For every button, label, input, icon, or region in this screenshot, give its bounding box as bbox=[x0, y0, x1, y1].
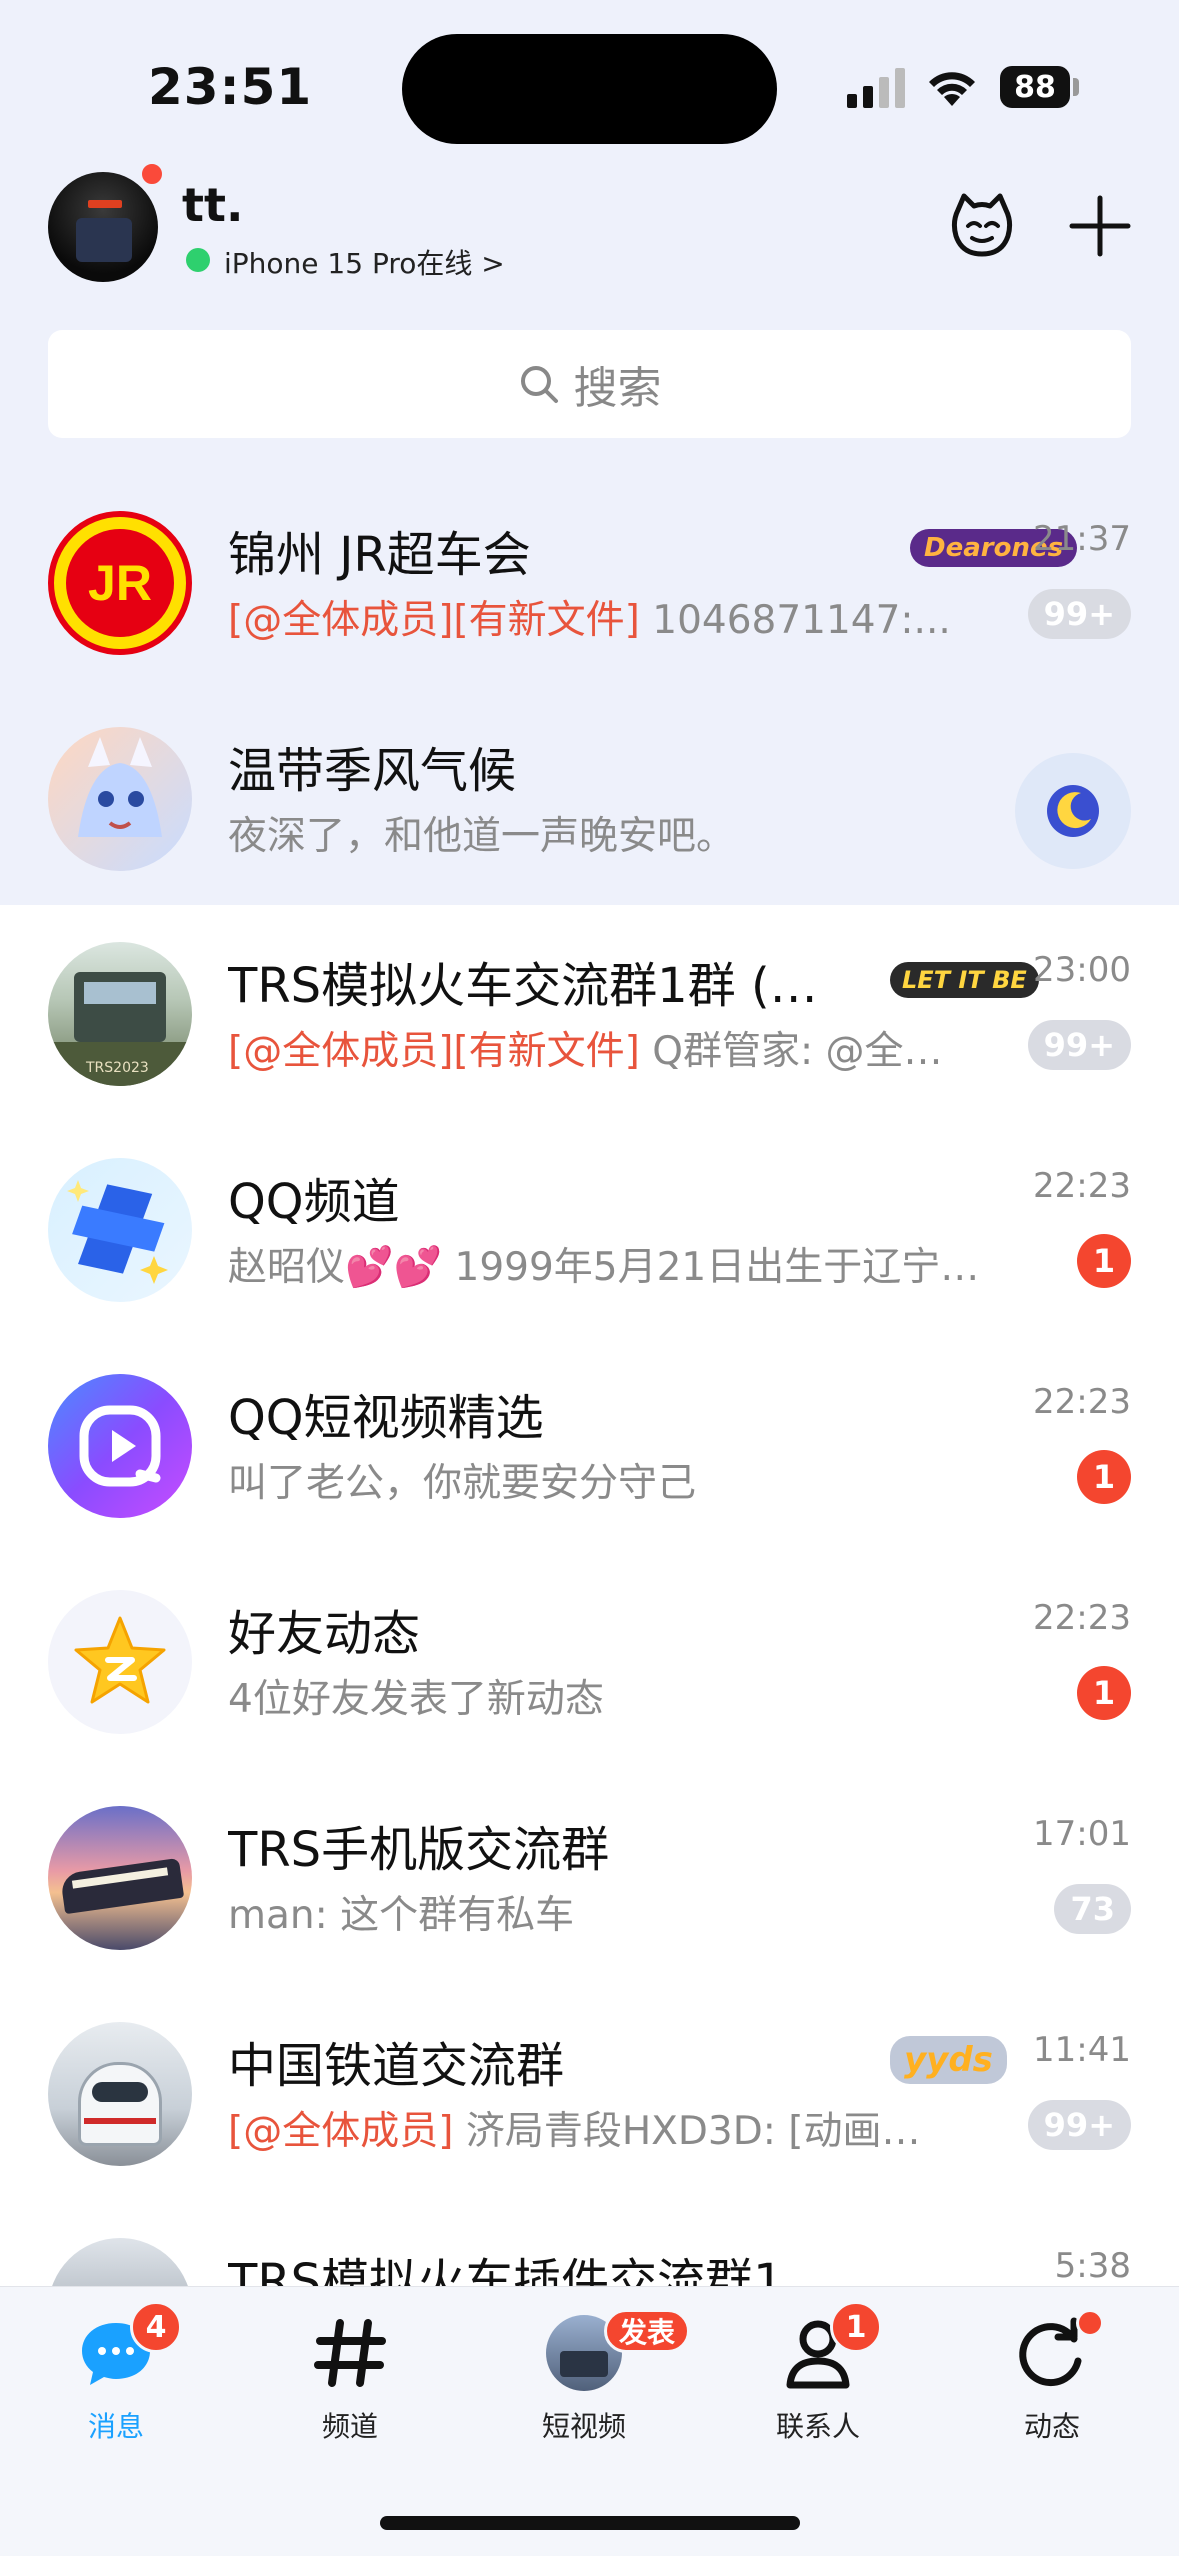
chat-item[interactable]: TRS手机版交流群 man: 这个群有私车 17:01 73 bbox=[0, 1770, 1179, 1986]
tab-moments[interactable]: 动态 bbox=[962, 2309, 1142, 2445]
hashtag-icon bbox=[314, 2319, 386, 2387]
battery-tip bbox=[1073, 78, 1079, 96]
unread-badge: 99+ bbox=[1027, 1020, 1131, 1070]
unread-badge: 99+ bbox=[1027, 2100, 1131, 2150]
chat-item[interactable]: QQ频道 赵昭仪💕💕 1999年5月21日出生于辽宁… 22:23 1 bbox=[0, 1122, 1179, 1338]
tab-label: 短视频 bbox=[541, 2410, 626, 2443]
user-avatar[interactable] bbox=[48, 172, 158, 282]
tab-label: 频道 bbox=[321, 2410, 378, 2443]
unread-badge: 1 bbox=[1077, 1450, 1131, 1504]
mention-tag: [@全体成员][有新文件] bbox=[228, 598, 640, 643]
cellular-signal-icon bbox=[847, 68, 905, 108]
search-icon bbox=[520, 366, 558, 403]
chat-time: 22:23 bbox=[1033, 1166, 1131, 1206]
unread-badge: 1 bbox=[1077, 1234, 1131, 1288]
chat-item[interactable]: 温带季风气候 夜深了，和他道一声晚安吧。 bbox=[0, 691, 1179, 907]
preview-text: Q群管家: @全… bbox=[639, 1029, 943, 1074]
unread-badge: 99+ bbox=[1027, 589, 1131, 639]
group-avatar: JR bbox=[48, 511, 192, 655]
chat-item[interactable]: QQ短视频精选 叫了老公，你就要安分守己 22:23 1 bbox=[0, 1338, 1179, 1554]
chat-title: TRS手机版交流群 bbox=[228, 1822, 610, 1878]
dynamic-island bbox=[402, 34, 777, 144]
status-time: 23:51 bbox=[148, 58, 313, 116]
chat-title: QQ短视频精选 bbox=[228, 1390, 544, 1446]
group-avatar: TRS2023 bbox=[48, 942, 192, 1086]
notification-dot bbox=[138, 160, 166, 188]
moments-dot bbox=[1076, 2309, 1104, 2337]
chat-preview: [@全体成员][有新文件] 1046871147:... bbox=[228, 589, 951, 645]
chat-preview: 4位好友发表了新动态 bbox=[228, 1677, 604, 1722]
chat-preview: 赵昭仪💕💕 1999年5月21日出生于辽宁… bbox=[228, 1245, 980, 1290]
tab-short-video[interactable]: 发表 短视频 bbox=[494, 2309, 691, 2445]
chat-preview: 夜深了，和他道一声晚安吧。 bbox=[228, 814, 736, 859]
contacts-badge: 1 bbox=[830, 2301, 882, 2353]
chat-time: 5:38 bbox=[1054, 2246, 1131, 2286]
pet-icon[interactable] bbox=[946, 190, 1018, 262]
goodnight-button[interactable] bbox=[1015, 753, 1131, 869]
chat-time: 23:00 bbox=[1033, 950, 1131, 990]
chat-preview: 叫了老公，你就要安分守己 bbox=[228, 1461, 697, 1506]
chat-item[interactable]: 中国铁道交流群 yyds [@全体成员] 济局青段HXD3D: [动画… 11:… bbox=[0, 1986, 1179, 2202]
chat-title: TRS模拟火车交流群1群 (… bbox=[228, 958, 818, 1014]
home-indicator bbox=[380, 2516, 800, 2530]
search-placeholder: 搜索 bbox=[573, 363, 662, 414]
chat-item[interactable]: TRS2023 TRS模拟火车交流群1群 (… LET IT BE [@全体成员… bbox=[0, 906, 1179, 1122]
qq-channel-avatar bbox=[48, 1158, 192, 1302]
group-avatar bbox=[48, 1806, 192, 1950]
moon-icon bbox=[1047, 785, 1099, 837]
chat-preview: man: 这个群有私车 bbox=[228, 1893, 575, 1938]
chat-preview: [@全体成员] 济局青段HXD3D: [动画… bbox=[228, 2100, 921, 2156]
preview-text: 济局青段HXD3D: [动画… bbox=[453, 2109, 921, 2154]
battery-indicator: 88 bbox=[1000, 66, 1070, 108]
user-name[interactable]: tt. bbox=[182, 178, 243, 232]
chat-time: 11:41 bbox=[1033, 2030, 1131, 2070]
chat-preview: [@全体成员][有新文件] Q群管家: @全… bbox=[228, 1020, 943, 1076]
contact-avatar bbox=[48, 727, 192, 871]
add-icon[interactable] bbox=[1068, 194, 1132, 258]
wifi-icon bbox=[929, 72, 975, 106]
let-it-be-tag: LET IT BE bbox=[890, 962, 1039, 998]
messages-badge: 4 bbox=[130, 2301, 182, 2353]
mention-tag: [@全体成员] bbox=[228, 2109, 454, 2154]
tab-messages[interactable]: 4 消息 bbox=[26, 2301, 206, 2445]
avatar-label: TRS2023 bbox=[86, 1060, 149, 1076]
online-status[interactable]: iPhone 15 Pro在线 > bbox=[224, 242, 505, 282]
online-status-dot bbox=[186, 248, 210, 272]
chat-title: 锦州 JR超车会 bbox=[228, 527, 531, 583]
chat-time: 21:37 bbox=[1033, 519, 1131, 559]
chat-title: QQ频道 bbox=[228, 1174, 400, 1230]
mention-tag: [@全体成员][有新文件] bbox=[228, 1029, 640, 1074]
chat-time: 22:23 bbox=[1033, 1598, 1131, 1638]
group-avatar bbox=[48, 2022, 192, 2166]
preview-text: 1046871147:... bbox=[639, 598, 951, 643]
chat-title: 温带季风气候 bbox=[228, 743, 517, 799]
tab-contacts[interactable]: 1 联系人 bbox=[728, 2301, 908, 2445]
chat-item[interactable]: 好友动态 4位好友发表了新动态 22:23 1 bbox=[0, 1554, 1179, 1770]
tab-label: 联系人 bbox=[775, 2410, 860, 2443]
avatar-label: JR bbox=[88, 555, 152, 611]
yyds-tag: yyds bbox=[890, 2036, 1007, 2084]
chat-time: 22:23 bbox=[1033, 1382, 1131, 1422]
publish-badge: 发表 bbox=[604, 2309, 691, 2353]
chat-item[interactable]: JR 锦州 JR超车会 Dearones [@全体成员][有新文件] 10468… bbox=[0, 475, 1179, 691]
chat-title: 好友动态 bbox=[228, 1606, 421, 1662]
unread-badge: 1 bbox=[1077, 1666, 1131, 1720]
search-bar[interactable]: 搜索 bbox=[48, 330, 1131, 438]
friend-moments-avatar bbox=[48, 1590, 192, 1734]
tab-label: 消息 bbox=[87, 2410, 144, 2443]
chat-title: 中国铁道交流群 bbox=[228, 2038, 565, 2094]
tab-label: 动态 bbox=[1023, 2410, 1080, 2443]
short-video-avatar bbox=[48, 1374, 192, 1518]
unread-badge: 73 bbox=[1054, 1884, 1131, 1934]
chat-time: 17:01 bbox=[1033, 1814, 1131, 1854]
tab-channels[interactable]: 频道 bbox=[260, 2315, 440, 2445]
